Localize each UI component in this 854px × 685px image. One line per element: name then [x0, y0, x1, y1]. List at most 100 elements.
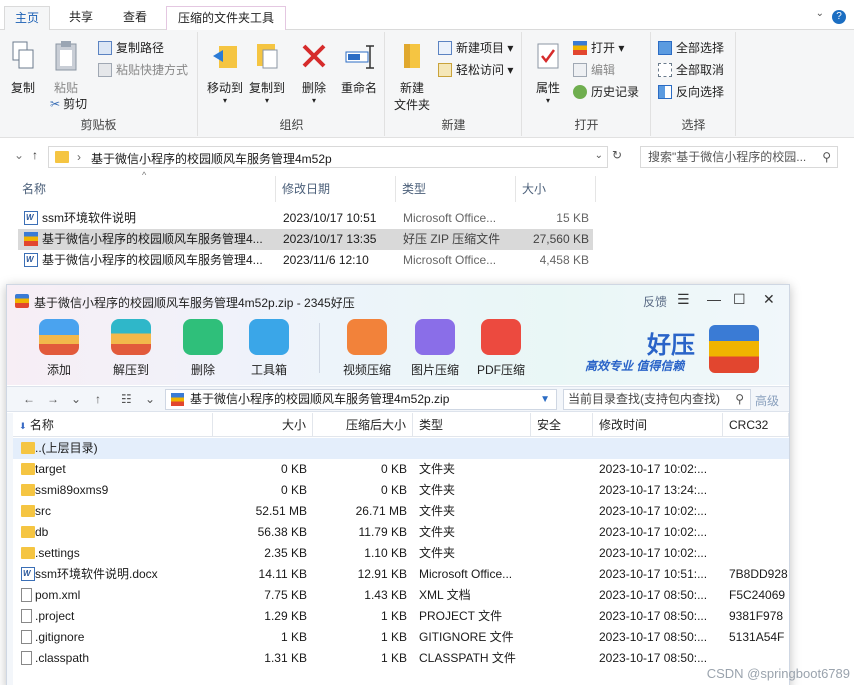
- up-arrow-icon[interactable]: ↑: [32, 148, 38, 162]
- delete-button[interactable]: 删除 ▾: [297, 40, 331, 105]
- watermark: CSDN @springboot6789: [706, 666, 850, 681]
- ribbon-collapse-chevron-icon[interactable]: ⌄: [816, 8, 824, 19]
- column-type[interactable]: 类型: [398, 176, 516, 202]
- easy-access-button[interactable]: 轻松访问 ▾: [438, 60, 513, 80]
- haozip-window: 基于微信小程序的校园顺风车服务管理4m52p.zip - 2345好压 反馈 ☰…: [6, 284, 790, 685]
- copy-to-button[interactable]: 复制到 ▾: [247, 40, 287, 105]
- archive-row[interactable]: db 56.38 KB 11.79 KB 文件夹 2023-10-17 10:02:..…: [13, 522, 789, 543]
- archive-row[interactable]: ssmi89oxms9 0 KB 0 KB 文件夹 2023-10-17 13:24:.…: [13, 480, 789, 501]
- rename-button[interactable]: 重命名: [337, 40, 381, 96]
- archive-type: CLASSPATH 文件: [419, 651, 516, 665]
- address-dropdown-icon[interactable]: ⌄: [595, 150, 603, 161]
- extract-to-button[interactable]: 解压到: [103, 319, 159, 378]
- advanced-search-link[interactable]: 高级: [755, 392, 779, 409]
- help-icon[interactable]: ?: [832, 10, 846, 24]
- archive-packed-size: 1 KB: [380, 630, 407, 644]
- select-none-button[interactable]: 全部取消: [658, 60, 724, 80]
- history-dropdown-icon[interactable]: ⌄: [71, 392, 81, 406]
- haozip-column-crc32[interactable]: CRC32: [723, 413, 789, 437]
- file-row[interactable]: 基于微信小程序的校园顺风车服务管理4... 2023/11/6 12:10 Mi…: [18, 250, 593, 271]
- view-mode-icon[interactable]: ☷: [121, 392, 132, 406]
- haozip-column-size[interactable]: 大小: [213, 413, 313, 437]
- recent-locations-chevron-icon[interactable]: ⌄: [14, 148, 24, 162]
- open-button[interactable]: 打开 ▾: [573, 38, 624, 58]
- archive-row[interactable]: .project 1.29 KB 1 KB PROJECT 文件 2023-10-17 …: [13, 606, 789, 627]
- archive-name: .settings: [35, 546, 80, 560]
- minimize-icon[interactable]: —: [707, 291, 721, 307]
- archive-row[interactable]: .settings 2.35 KB 1.10 KB 文件夹 2023-10-17 10:…: [13, 543, 789, 564]
- haozip-column-packed[interactable]: 压缩后大小: [313, 413, 413, 437]
- file-name: 基于微信小程序的校园顺风车服务管理4...: [42, 253, 263, 267]
- maximize-icon[interactable]: ☐: [733, 291, 746, 308]
- copy-path-button[interactable]: 复制路径: [98, 38, 164, 58]
- haozip-search-input[interactable]: 当前目录查找(支持包内查找) ⚲: [563, 389, 751, 410]
- copy-button[interactable]: 复制: [6, 40, 40, 96]
- path-dropdown-icon[interactable]: ▼: [540, 390, 550, 409]
- archive-row[interactable]: pom.xml 7.75 KB 1.43 KB XML 文档 2023-10-17 08…: [13, 585, 789, 606]
- cut-button[interactable]: ✂ 剪切: [50, 94, 87, 114]
- view-mode-dropdown-icon[interactable]: ⌄: [145, 392, 155, 406]
- file-date: 2023/11/6 12:10: [283, 253, 369, 267]
- tab-home[interactable]: 主页: [4, 6, 50, 30]
- tab-compressed-folder-tools[interactable]: 压缩的文件夹工具: [166, 6, 286, 30]
- menu-icon[interactable]: ☰: [677, 291, 690, 308]
- add-button[interactable]: 添加: [31, 319, 87, 378]
- pdf-icon: [481, 319, 521, 355]
- toolbox-button[interactable]: 工具箱: [241, 319, 297, 378]
- archive-row[interactable]: target 0 KB 0 KB 文件夹 2023-10-17 10:02:...: [13, 459, 789, 480]
- column-name[interactable]: 名称: [18, 176, 276, 202]
- haozip-column-type[interactable]: 类型: [413, 413, 531, 437]
- column-date[interactable]: 修改日期: [278, 176, 396, 202]
- image-compress-button[interactable]: 图片压缩: [407, 319, 463, 378]
- archive-name: .classpath: [35, 651, 90, 665]
- column-size[interactable]: 大小: [518, 176, 596, 202]
- select-all-button[interactable]: 全部选择: [658, 38, 724, 58]
- address-bar[interactable]: › 基于微信小程序的校园顺风车服务管理4m52p ⌄: [48, 146, 608, 168]
- archive-size: 14.11 KB: [258, 567, 307, 581]
- archive-icon-cell: [21, 606, 32, 627]
- up-arrow-icon[interactable]: ↑: [95, 392, 101, 406]
- new-item-button[interactable]: 新建项目 ▾: [438, 38, 513, 58]
- tab-share[interactable]: 共享: [58, 6, 104, 30]
- search-input[interactable]: 搜索"基于微信小程序的校园... ⚲: [640, 146, 838, 168]
- haozip-column-modified[interactable]: 修改时间: [593, 413, 723, 437]
- haozip-column-name[interactable]: ⬇ 名称: [13, 413, 213, 437]
- pdf-compress-button[interactable]: PDF压缩: [473, 319, 529, 378]
- archive-crc32: 9381F978: [729, 609, 784, 623]
- properties-button[interactable]: 属性 ▾: [529, 40, 567, 105]
- archive-row[interactable]: src 52.51 MB 26.71 MB 文件夹 2023-10-17 10:02:.…: [13, 501, 789, 522]
- archive-row[interactable]: .gitignore 1 KB 1 KB GITIGNORE 文件 2023-10-17…: [13, 627, 789, 648]
- rename-icon: [345, 45, 374, 69]
- refresh-icon[interactable]: ↻: [612, 148, 622, 162]
- forward-arrow-icon[interactable]: →: [47, 392, 59, 406]
- new-folder-button[interactable]: 新建 文件夹: [392, 40, 432, 113]
- close-icon[interactable]: ✕: [763, 291, 775, 308]
- haozip-column-security[interactable]: 安全: [531, 413, 593, 437]
- paste-button[interactable]: 粘贴: [48, 40, 84, 96]
- invert-selection-button[interactable]: 反向选择: [658, 82, 724, 102]
- archive-row[interactable]: ssm环境软件说明.docx 14.11 KB 12.91 KB Microsoft …: [13, 564, 789, 585]
- archive-crc32: 7B8DD928: [729, 567, 788, 581]
- tab-view[interactable]: 查看: [112, 6, 158, 30]
- edit-button[interactable]: 编辑: [573, 60, 615, 80]
- breadcrumb-chevron-icon: ›: [77, 150, 81, 164]
- scissors-icon: ✂: [50, 97, 61, 111]
- move-to-button[interactable]: 移动到 ▾: [205, 40, 245, 105]
- archive-size: 0 KB: [280, 462, 307, 476]
- breadcrumb[interactable]: 基于微信小程序的校园顺风车服务管理4m52p: [91, 150, 332, 167]
- file-row-selected[interactable]: 基于微信小程序的校园顺风车服务管理4... 2023/10/17 13:35 好…: [18, 229, 593, 250]
- feedback-link[interactable]: 反馈: [643, 293, 667, 310]
- archive-row[interactable]: .classpath 1.31 KB 1 KB CLASSPATH 文件 2023-10…: [13, 648, 789, 669]
- back-arrow-icon[interactable]: ←: [23, 392, 35, 406]
- archive-path-field[interactable]: 基于微信小程序的校园顺风车服务管理4m52p.zip ▼: [165, 389, 557, 410]
- video-compress-button[interactable]: 视频压缩: [339, 319, 395, 378]
- history-button[interactable]: 历史记录: [573, 82, 639, 102]
- clipboard-icon: [55, 41, 77, 71]
- archive-type: 文件夹: [419, 504, 456, 518]
- paste-shortcut-button[interactable]: 粘贴快捷方式: [98, 60, 188, 80]
- archive-packed-size: 26.71 MB: [355, 504, 407, 518]
- paste-shortcut-label: 粘贴快捷方式: [116, 63, 189, 77]
- parent-directory-row[interactable]: ..(上层目录): [13, 438, 789, 459]
- file-row[interactable]: ssm环境软件说明 2023/10/17 10:51 Microsoft Off…: [18, 208, 593, 229]
- haozip-delete-button[interactable]: 删除: [175, 319, 231, 378]
